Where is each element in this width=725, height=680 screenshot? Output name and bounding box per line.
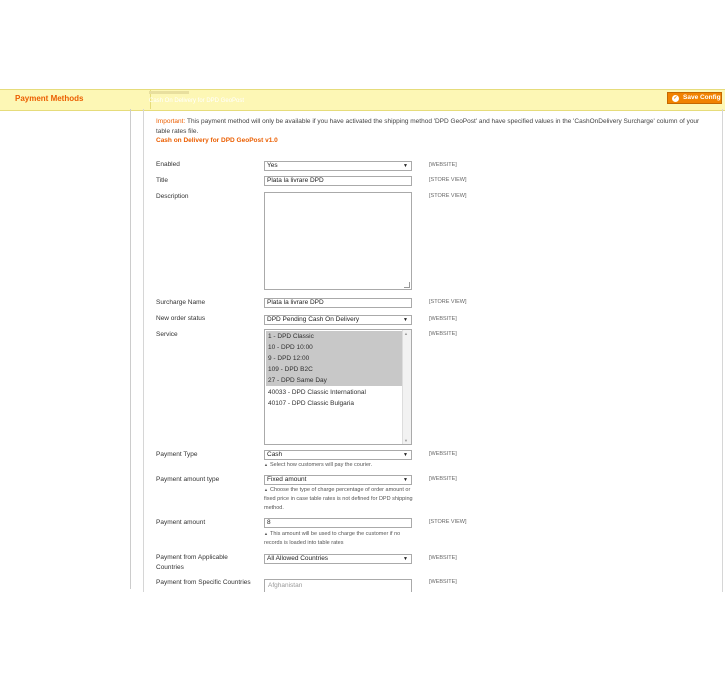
service-scrollbar[interactable]: ▲ ▼ [402, 330, 411, 444]
payment-specific-multiselect[interactable]: Afghanistan [264, 579, 412, 592]
payment-applicable-value: All Allowed Countries [267, 555, 329, 562]
payment-type-value: Cash [267, 451, 283, 458]
scroll-down-icon[interactable]: ▼ [404, 438, 408, 443]
scroll-up-icon[interactable]: ▲ [404, 331, 408, 336]
resize-handle-icon[interactable] [404, 282, 410, 288]
new-order-status-label: New order status [156, 315, 206, 322]
surcharge-name-input[interactable]: Plata la livrare DPD [264, 298, 412, 308]
content-right-border [722, 109, 723, 592]
payment-amount-label: Payment amount [156, 519, 206, 526]
triangle-up-icon: ▲ [264, 462, 268, 467]
chevron-down-icon: ▼ [403, 477, 408, 483]
service-multiselect[interactable]: 1 - DPD Classic 10 - DPD 10:00 9 - DPD 1… [264, 329, 412, 445]
payment-applicable-label: Payment from Applicable Countries [156, 554, 228, 571]
enabled-value: Yes [267, 162, 278, 169]
payment-amount-type-hint: ▲ Choose the type of charge percentage of… [264, 485, 414, 513]
breadcrumb-placeholder [149, 91, 189, 94]
service-option[interactable]: 109 - DPD B2C [266, 364, 404, 375]
title-scope: [STORE VIEW] [429, 177, 467, 183]
chevron-down-icon: ▼ [403, 556, 408, 562]
service-option[interactable]: 27 - DPD Same Day [266, 375, 404, 386]
payment-type-hint: ▲ Select how customers will pay the couri… [264, 460, 414, 470]
save-icon: ✓ [672, 95, 679, 102]
description-textarea[interactable] [264, 192, 412, 290]
important-note: Important: This payment method will only… [156, 117, 701, 137]
service-label: Service [156, 331, 178, 338]
service-option[interactable]: 40033 - DPD Classic International [266, 387, 404, 398]
country-option[interactable]: Afghanistan [266, 580, 404, 591]
new-order-status-value: DPD Pending Cash On Delivery [267, 316, 360, 323]
payment-type-hint-text: Select how customers will pay the courie… [269, 462, 373, 468]
description-label: Description [156, 193, 189, 200]
content-left-border [143, 109, 144, 592]
payment-type-scope: [WEBSITE] [429, 451, 457, 457]
enabled-label: Enabled [156, 161, 180, 168]
payment-specific-label: Payment from Specific Countries [156, 579, 251, 586]
important-text: This payment method will only be availab… [156, 118, 700, 135]
surcharge-name-label: Surcharge Name [156, 299, 206, 306]
service-option[interactable]: 40107 - DPD Classic Bulgaria [266, 398, 404, 409]
payment-amount-scope: [STORE VIEW] [429, 519, 467, 525]
payment-amount-hint: ▲ This amount will be used to charge the … [264, 529, 414, 548]
sidebar-panel [0, 109, 131, 589]
service-option[interactable]: 1 - DPD Classic [266, 331, 404, 342]
new-order-status-scope: [WEBSITE] [429, 316, 457, 322]
chevron-down-icon: ▼ [403, 452, 408, 458]
sidebar-section-header[interactable]: Payment Methods [0, 89, 151, 109]
chevron-down-icon: ▼ [403, 317, 408, 323]
payment-amount-type-scope: [WEBSITE] [429, 476, 457, 482]
payment-amount-type-hint-text: Choose the type of charge percentage of … [264, 487, 413, 511]
important-label: Important: [156, 118, 186, 125]
payment-applicable-scope: [WEBSITE] [429, 555, 457, 561]
section-title: Payment Methods [15, 94, 84, 103]
module-version: Cash on Delivery for DPD GeoPost v1.0 [156, 137, 278, 144]
payment-amount-type-label: Payment amount type [156, 476, 220, 483]
service-option[interactable]: 10 - DPD 10:00 [266, 342, 404, 353]
title-input[interactable]: Plata la livrare DPD [264, 176, 412, 186]
triangle-up-icon: ▲ [264, 487, 268, 492]
service-scope: [WEBSITE] [429, 331, 457, 337]
payment-type-label: Payment Type [156, 451, 198, 458]
payment-specific-scope: [WEBSITE] [429, 579, 457, 585]
description-scope: [STORE VIEW] [429, 193, 467, 199]
payment-amount-type-select[interactable]: Fixed amount ▼ [264, 475, 412, 485]
enabled-scope: [WEBSITE] [429, 162, 457, 168]
enabled-select[interactable]: Yes ▼ [264, 161, 412, 171]
triangle-up-icon: ▲ [264, 531, 268, 536]
payment-applicable-select[interactable]: All Allowed Countries ▼ [264, 554, 412, 564]
new-order-status-select[interactable]: DPD Pending Cash On Delivery ▼ [264, 315, 412, 325]
title-label: Title [156, 177, 169, 184]
chevron-down-icon: ▼ [403, 163, 408, 169]
save-config-label: Save Config [683, 94, 721, 101]
payment-amount-type-value: Fixed amount [267, 476, 307, 483]
surcharge-name-scope: [STORE VIEW] [429, 299, 467, 305]
payment-amount-hint-text: This amount will be used to charge the c… [264, 531, 401, 546]
service-option[interactable]: 9 - DPD 12:00 [266, 353, 404, 364]
save-config-button[interactable]: ✓ Save Config [667, 92, 722, 104]
group-title[interactable]: Cash On Delivery for DPD GeoPost [149, 98, 244, 104]
payment-type-select[interactable]: Cash ▼ [264, 450, 412, 460]
payment-amount-input[interactable]: 8 [264, 518, 412, 528]
